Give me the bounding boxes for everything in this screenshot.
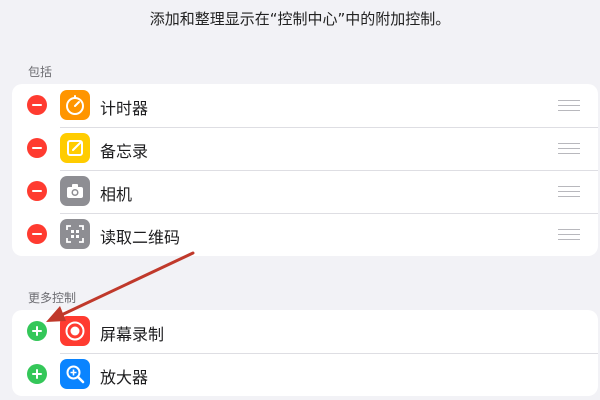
list-item-timer[interactable]: 计时器 — [12, 84, 598, 127]
list-item-label: 备忘录 — [100, 142, 149, 161]
camera-icon — [60, 176, 90, 206]
add-button[interactable] — [27, 321, 47, 341]
remove-button[interactable] — [27, 181, 47, 201]
magnifier-icon — [60, 359, 90, 389]
add-button[interactable] — [27, 364, 47, 384]
list-item-label: 相机 — [100, 185, 133, 204]
list-item-label: 屏幕录制 — [100, 325, 165, 344]
remove-button[interactable] — [27, 224, 47, 244]
screen-record-icon — [60, 316, 90, 346]
more-controls-section-header: 更多控制 — [28, 291, 77, 305]
reorder-handle[interactable] — [558, 100, 580, 111]
list-item-label: 放大器 — [100, 368, 149, 387]
remove-button[interactable] — [27, 95, 47, 115]
more-controls-list: 屏幕录制 放大器 — [12, 310, 598, 396]
notes-icon — [60, 133, 90, 163]
reorder-handle[interactable] — [558, 186, 580, 197]
list-item-label: 计时器 — [100, 99, 149, 118]
qr-code-icon — [60, 219, 90, 249]
timer-icon — [60, 90, 90, 120]
description-text: 添加和整理显示在“控制中心”中的附加控制。 — [149, 10, 451, 28]
list-item-screen-recording[interactable]: 屏幕录制 — [12, 310, 598, 353]
list-item-camera[interactable]: 相机 — [12, 170, 598, 213]
list-item-label: 读取二维码 — [100, 228, 181, 247]
included-section-header: 包括 — [28, 65, 53, 79]
list-item-magnifier[interactable]: 放大器 — [12, 353, 598, 396]
list-item-qr-reader[interactable]: 读取二维码 — [12, 213, 598, 256]
reorder-handle[interactable] — [558, 143, 580, 154]
reorder-handle[interactable] — [558, 229, 580, 240]
included-controls-list: 计时器 备忘录 相机 读取二维码 — [12, 84, 598, 256]
remove-button[interactable] — [27, 138, 47, 158]
list-item-notes[interactable]: 备忘录 — [12, 127, 598, 170]
